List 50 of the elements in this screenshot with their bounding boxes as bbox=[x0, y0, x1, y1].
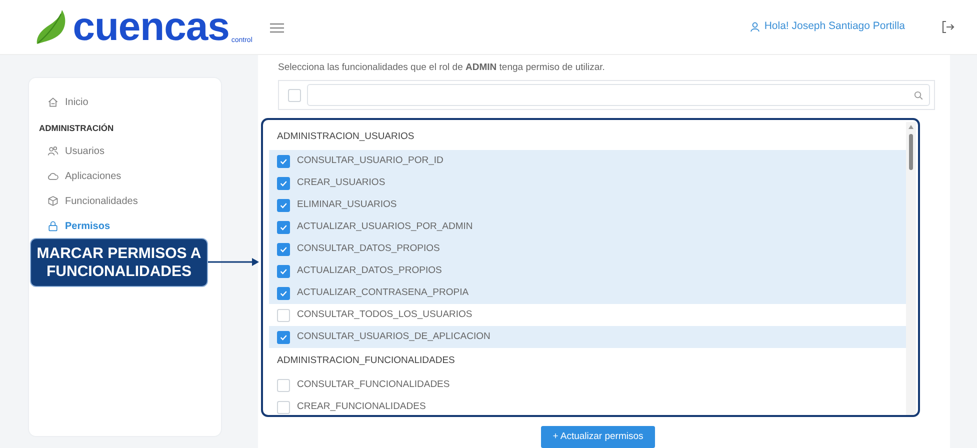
home-icon bbox=[47, 96, 59, 108]
checkbox[interactable] bbox=[277, 176, 290, 190]
check-icon bbox=[279, 266, 288, 276]
sidebar-section-title: ADMINISTRACIÓN bbox=[39, 122, 115, 135]
check-icon bbox=[279, 332, 288, 342]
user-icon bbox=[750, 22, 760, 32]
lock-icon bbox=[47, 220, 59, 232]
logo-text: cuencas bbox=[72, 7, 230, 47]
check-icon bbox=[279, 156, 288, 166]
pointer-arrow bbox=[208, 256, 260, 268]
option-label: ELIMINAR_USUARIOS bbox=[297, 198, 397, 212]
checkbox[interactable] bbox=[277, 220, 290, 234]
checkbox[interactable] bbox=[277, 154, 290, 168]
checkbox[interactable] bbox=[277, 242, 290, 256]
logout-icon[interactable] bbox=[941, 20, 955, 34]
callout-label: MARCAR PERMISOS A FUNCIONALIDADES bbox=[30, 238, 208, 287]
cloud-icon bbox=[47, 170, 59, 182]
option-label: CREAR_FUNCIONALIDADES bbox=[297, 400, 426, 414]
check-icon bbox=[279, 178, 288, 188]
option-label: CREAR_USUARIOS bbox=[297, 176, 386, 190]
search-icon bbox=[914, 90, 923, 100]
cube-icon bbox=[47, 195, 59, 207]
user-greeting-link[interactable]: Hola! Joseph Santiago Portilla bbox=[750, 19, 905, 35]
option-label: CONSULTAR_FUNCIONALIDADES bbox=[297, 378, 450, 392]
check-icon bbox=[279, 222, 288, 232]
option-label: CONSULTAR_USUARIO_POR_ID bbox=[297, 154, 444, 168]
instruction-text: Selecciona las funcionalidades que el rol de ADMIN tenga permiso de utilizar. bbox=[277, 61, 606, 75]
check-icon bbox=[279, 288, 288, 298]
sidebar-item[interactable]: Usuarios bbox=[39, 141, 211, 161]
check-icon bbox=[279, 244, 288, 254]
sidebar-item[interactable]: Aplicaciones bbox=[39, 166, 211, 186]
option-label: ACTUALIZAR_USUARIOS_POR_ADMIN bbox=[297, 220, 473, 234]
option-label: ACTUALIZAR_DATOS_PROPIOS bbox=[297, 264, 442, 278]
checkbox[interactable] bbox=[277, 286, 290, 300]
checkbox[interactable] bbox=[277, 198, 290, 212]
check-icon bbox=[279, 200, 288, 210]
checkbox[interactable] bbox=[277, 264, 290, 278]
sidebar-item[interactable]: Permisos bbox=[39, 216, 211, 236]
sidebar-item[interactable]: Funcionalidades bbox=[39, 191, 211, 211]
sidebar-item[interactable]: Inicio bbox=[39, 92, 211, 112]
group-heading: ADMINISTRACION_FUNCIONALIDADES bbox=[276, 354, 456, 368]
users-icon bbox=[47, 145, 59, 157]
group-heading: ADMINISTRACION_USUARIOS bbox=[276, 130, 416, 144]
option-label: CONSULTAR_USUARIOS_DE_APLICACION bbox=[297, 330, 490, 344]
option-label: CONSULTAR_DATOS_PROPIOS bbox=[297, 242, 440, 256]
search-field[interactable] bbox=[307, 84, 930, 106]
option-label: CONSULTAR_TODOS_LOS_USUARIOS bbox=[297, 308, 472, 322]
update-permissions-button[interactable]: + Actualizar permisos bbox=[540, 426, 656, 448]
checkbox[interactable] bbox=[277, 330, 290, 344]
option-label: ACTUALIZAR_CONTRASENA_PROPIA bbox=[297, 286, 469, 300]
